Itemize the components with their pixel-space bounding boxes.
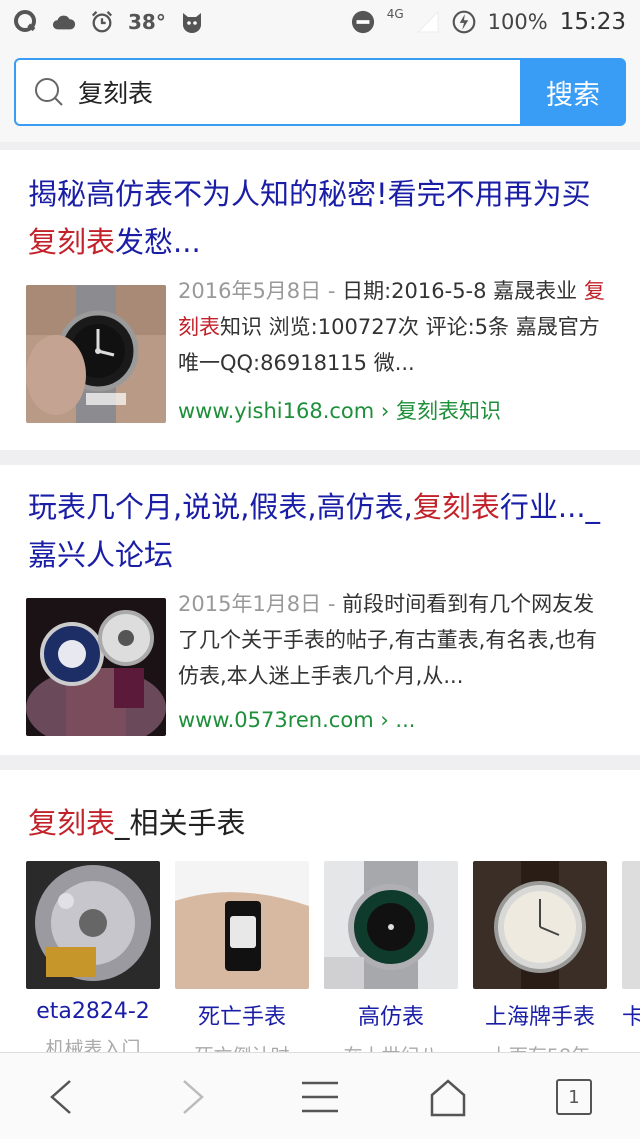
- result-thumbnail[interactable]: [26, 285, 166, 423]
- related-item-label: 高仿表: [357, 1005, 424, 1030]
- search-bar: 复刻表 搜索: [0, 44, 640, 142]
- watch-image: [473, 861, 607, 989]
- related-item-label: 死亡手表: [197, 1005, 286, 1030]
- related-item-eta2824-2[interactable]: eta2824-2 机械表入门: [26, 861, 160, 1061]
- clock-text: 15:23: [559, 9, 626, 35]
- status-bar: 38° 4G 100% 15:23: [0, 0, 640, 44]
- temperature-text: 38°: [128, 10, 166, 34]
- alarm-clock-icon: [90, 10, 114, 34]
- tabs-button[interactable]: 1: [556, 1079, 592, 1115]
- search-result-card: 揭秘高仿表不为人知的秘密!看完不用再为买复刻表发愁... 2016年5月8日 -…: [0, 150, 640, 450]
- forward-arrow-icon[interactable]: [170, 1075, 214, 1119]
- result-url-link[interactable]: www.yishi168.com › 复刻表知识: [178, 395, 501, 425]
- search-button[interactable]: 搜索: [520, 58, 626, 126]
- search-query-text: 复刻表: [78, 79, 154, 108]
- related-item-label: eta2824-2: [36, 999, 150, 1024]
- do-not-disturb-icon: [351, 10, 375, 34]
- menu-icon[interactable]: [298, 1075, 342, 1119]
- related-section-title: 复刻表_相关手表: [28, 806, 246, 840]
- watch-image: [622, 861, 640, 989]
- battery-saver-icon: [452, 10, 476, 34]
- watch-image: [324, 861, 458, 989]
- back-arrow-icon[interactable]: [40, 1075, 84, 1119]
- network-type-text: 4G: [386, 7, 404, 21]
- search-input[interactable]: 复刻表: [14, 58, 520, 126]
- result-title-link[interactable]: 揭秘高仿表不为人知的秘密!看完不用再为买复刻表发愁...: [28, 170, 618, 266]
- watch-image: [26, 861, 160, 989]
- related-item-death-watch[interactable]: 死亡手表 死亡倒计时: [175, 861, 309, 1068]
- result-thumbnail[interactable]: [26, 598, 166, 736]
- home-icon[interactable]: [426, 1075, 470, 1119]
- search-result-card: 玩表几个月,说说,假表,高仿表,复刻表行业..._嘉兴人论坛 2015年1月8日…: [0, 465, 640, 755]
- q-app-icon: [14, 10, 38, 34]
- related-watches-row: eta2824-2 机械表入门 死亡手表 死亡倒计时 高仿表: [26, 861, 640, 1067]
- related-item-partial[interactable]: 卡: [622, 861, 640, 1031]
- signal-icon: [416, 10, 440, 34]
- cloud-icon: [52, 10, 76, 34]
- result-snippet: 2016年5月8日 - 日期:2016-5-8 嘉晟表业 复刻表知识 浏览:10…: [178, 279, 605, 375]
- related-item-label: 上海牌手表: [484, 1005, 595, 1030]
- related-item-label: 卡: [622, 1005, 640, 1030]
- battery-percent-text: 100%: [487, 10, 548, 34]
- search-icon: [35, 78, 63, 106]
- related-item-replica-watch[interactable]: 高仿表 在上世纪八: [324, 861, 458, 1068]
- result-snippet: 2015年1月8日 - 前段时间看到有几个网友发了几个关于手表的帖子,有古董表,…: [178, 592, 598, 688]
- result-title-link[interactable]: 玩表几个月,说说,假表,高仿表,复刻表行业..._嘉兴人论坛: [28, 483, 618, 579]
- result-url-link[interactable]: www.0573ren.com › ...: [178, 708, 415, 732]
- cat-app-icon: [180, 10, 204, 34]
- watch-image: [175, 861, 309, 989]
- related-item-shanghai-watch[interactable]: 上海牌手表 上面有58年: [473, 861, 607, 1068]
- bottom-navigation-bar: 1: [0, 1052, 640, 1139]
